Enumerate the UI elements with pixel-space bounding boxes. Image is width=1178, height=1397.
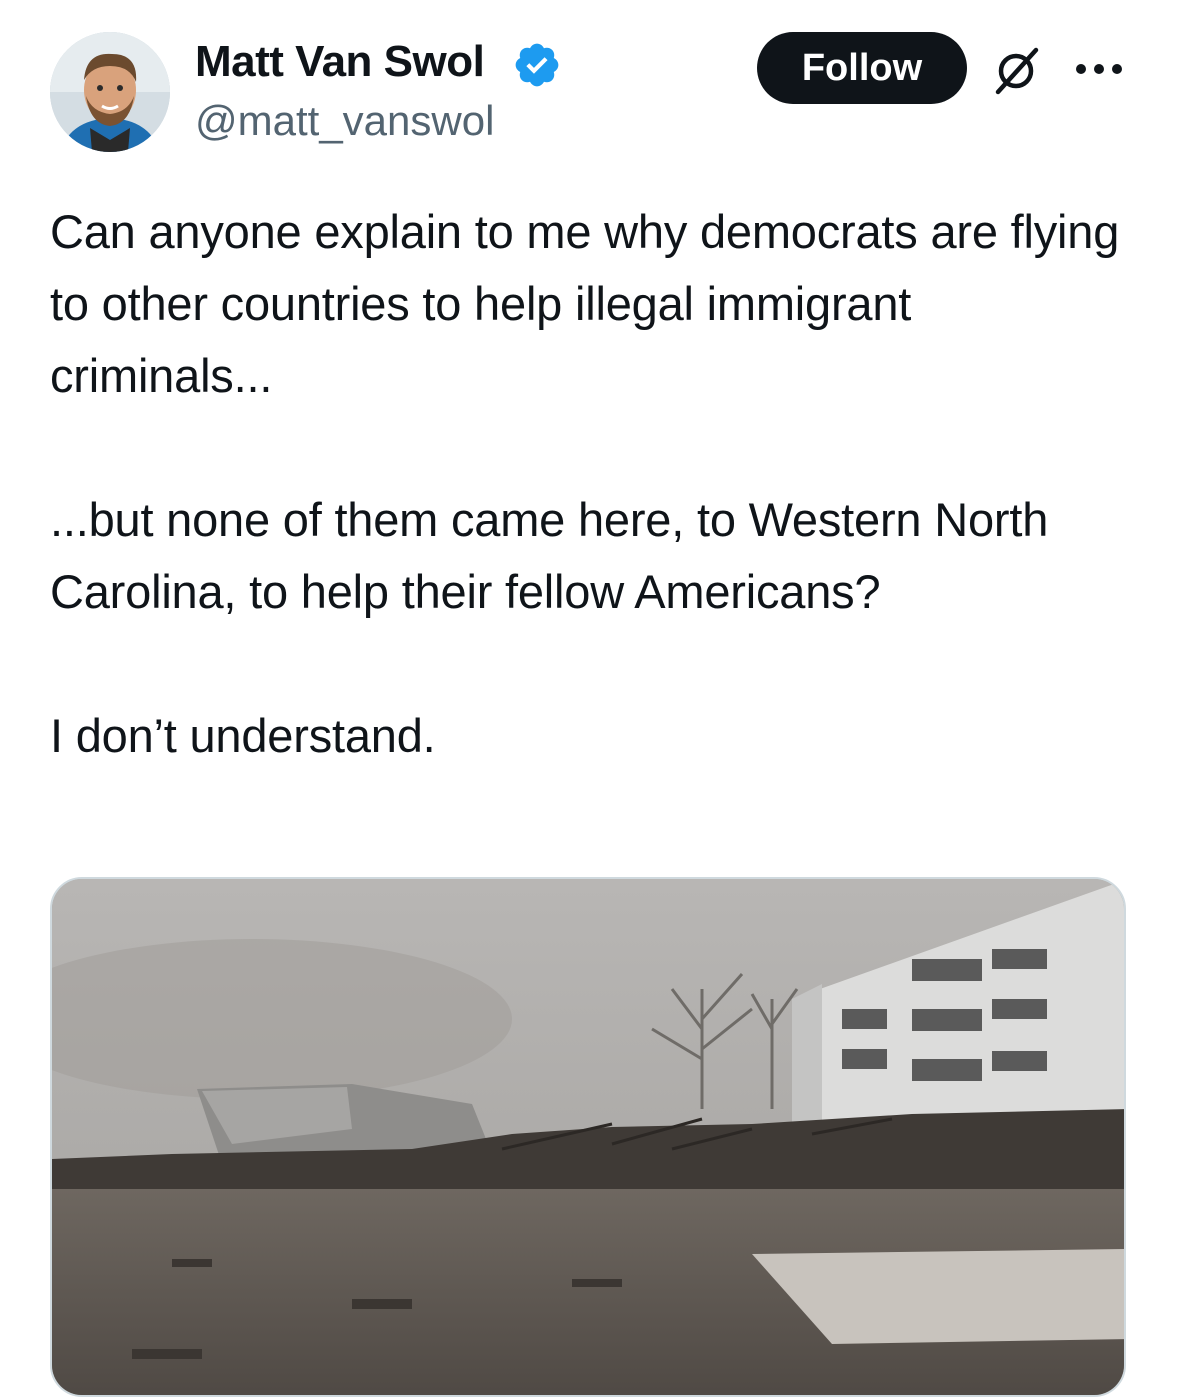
tweet-paragraph-2: ...but none of them came here, to Wester… xyxy=(50,493,1049,618)
tweet-paragraph-1: Can anyone explain to me why democrats a… xyxy=(50,205,1120,402)
verified-badge-icon xyxy=(515,43,559,87)
more-icon[interactable] xyxy=(1074,56,1124,82)
grok-icon[interactable] xyxy=(990,44,1042,96)
storm-damage-photo xyxy=(52,879,1124,1395)
tweet-text: Can anyone explain to me why democrats a… xyxy=(50,196,1135,772)
avatar[interactable] xyxy=(50,32,170,152)
tweet-paragraph-3: I don’t understand. xyxy=(50,709,436,762)
display-name[interactable]: Matt Van Swol xyxy=(195,36,485,88)
tweet-media-photo[interactable] xyxy=(50,877,1126,1397)
follow-button[interactable]: Follow xyxy=(757,32,967,104)
handle[interactable]: @matt_vanswol xyxy=(195,96,494,146)
